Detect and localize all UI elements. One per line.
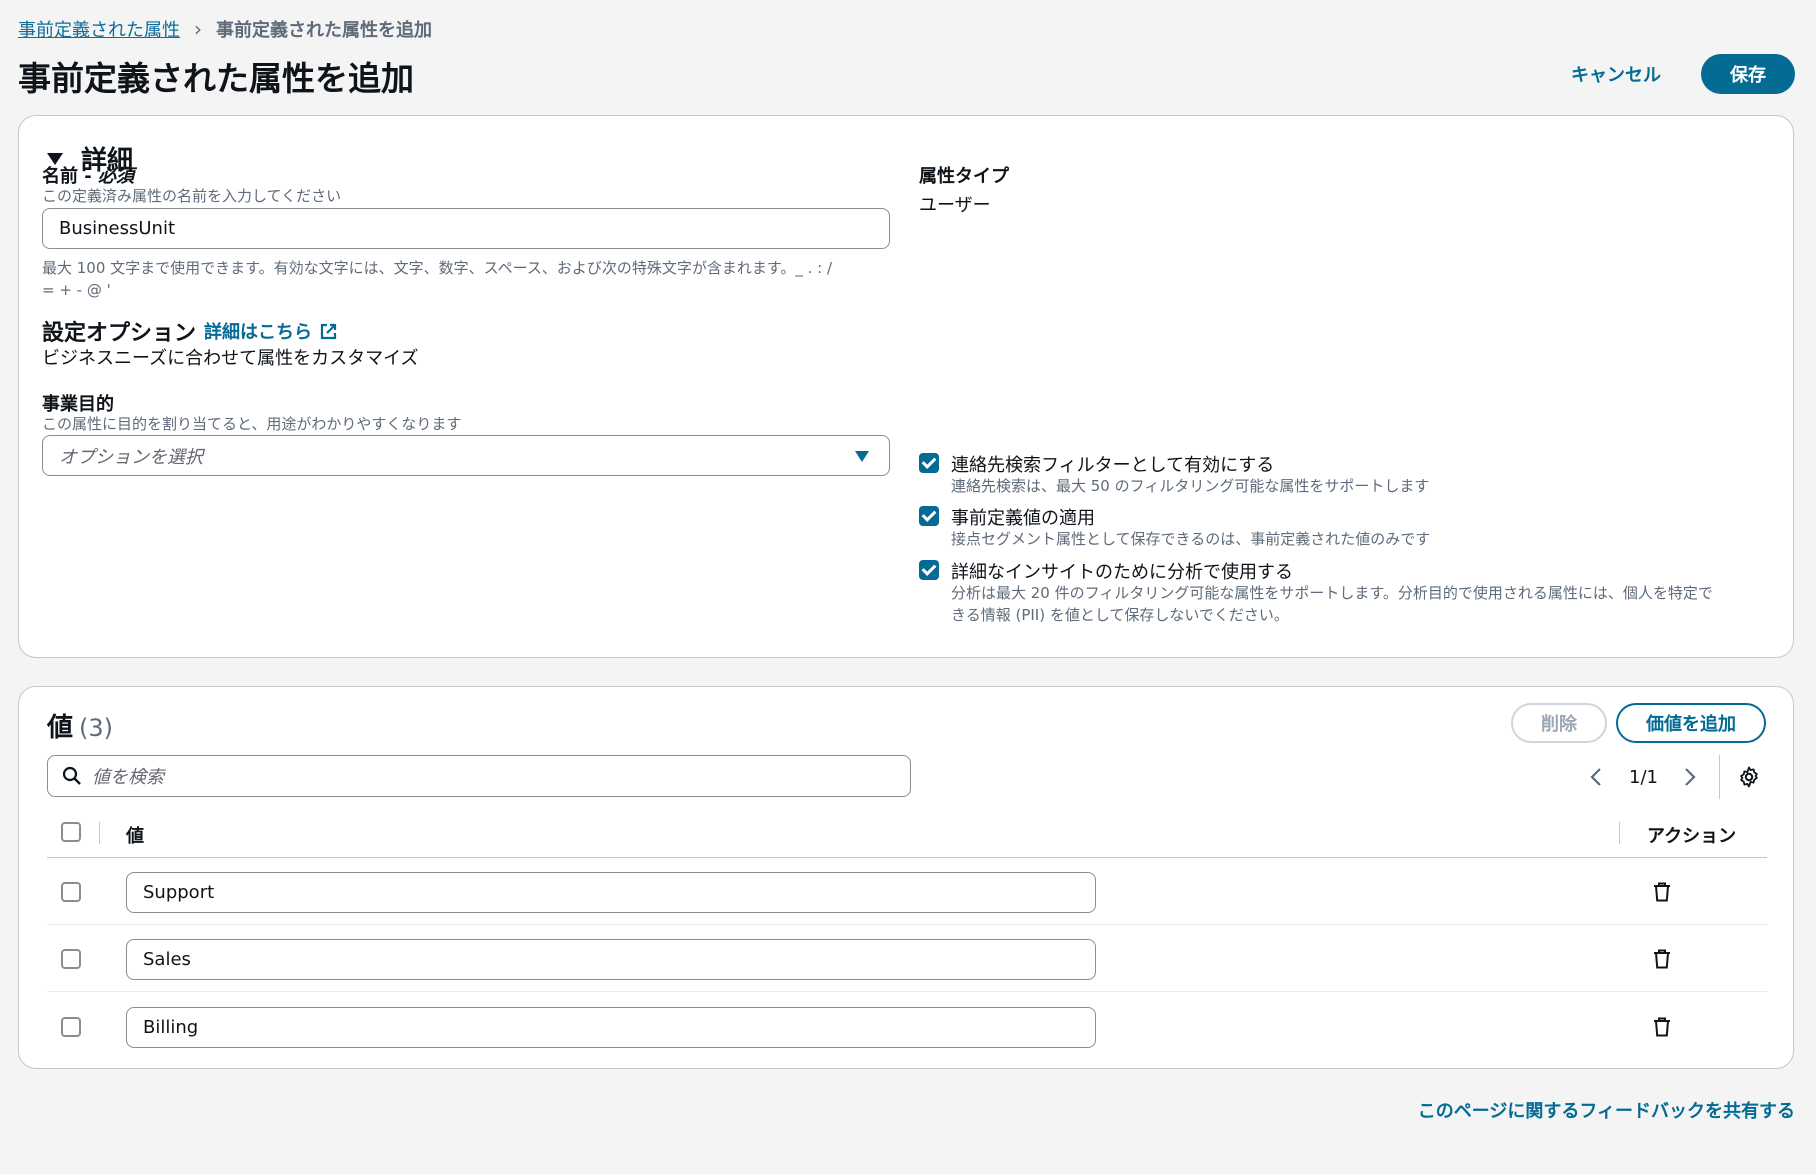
values-count: (3) [79, 714, 114, 742]
feedback-link[interactable]: このページに関するフィードバックを共有する [1418, 1097, 1795, 1123]
contact-search-filter-checkbox[interactable] [919, 453, 939, 473]
analytics-usage-label: 詳細なインサイトのために分析で使用する [951, 562, 1293, 583]
name-constraint-line1: 最大 100 文字まで使用できます。有効な文字には、文字、数字、スペース、および… [42, 259, 833, 277]
chevron-right-icon: › [194, 17, 202, 41]
analytics-usage-description-line2: きる情報 (PII) を値として保存しないでください。 [951, 606, 1289, 624]
page-indicator: 1/1 [1629, 767, 1658, 788]
value-input[interactable]: Support [126, 872, 1096, 913]
search-icon [62, 766, 81, 785]
predefined-values-checkbox[interactable] [919, 506, 939, 526]
config-options-description: ビジネスニーズに合わせて属性をカスタマイズ [42, 348, 419, 369]
predefined-values-description: 接点セグメント属性として保存できるのは、事前定義された値のみです [951, 530, 1431, 548]
required-marker: 必須 [98, 166, 135, 187]
breadcrumb: 事前定義された属性 › 事前定義された属性を追加 [18, 16, 432, 42]
chevron-left-icon[interactable] [1589, 767, 1603, 787]
row-divider [47, 924, 1767, 925]
save-button[interactable]: 保存 [1701, 54, 1795, 94]
name-constraint-hint: 最大 100 文字まで使用できます。有効な文字には、文字、数字、スペース、および… [42, 257, 902, 301]
breadcrumb-current: 事前定義された属性を追加 [216, 20, 432, 41]
add-value-button[interactable]: 価値を追加 [1616, 703, 1766, 743]
row-checkbox[interactable] [61, 1017, 81, 1037]
delete-button[interactable]: 削除 [1511, 703, 1607, 743]
trash-icon[interactable] [1653, 1017, 1671, 1037]
config-options-title: 設定オプション [42, 321, 197, 346]
trash-icon[interactable] [1653, 949, 1671, 969]
header-actions: キャンセル 保存 [1547, 53, 1795, 95]
value-input[interactable]: Sales [126, 939, 1096, 980]
cancel-button[interactable]: キャンセル [1547, 53, 1685, 95]
value-input[interactable]: Billing [126, 1007, 1096, 1048]
learn-more-link[interactable]: 詳細はこちら [204, 318, 312, 344]
column-divider [99, 822, 100, 844]
name-constraint-line2: = + - @ ' [42, 281, 111, 299]
analytics-usage-description-line1: 分析は最大 20 件のフィルタリング可能な属性をサポートします。分析目的で使用さ… [951, 584, 1713, 602]
purpose-select[interactable]: オプションを選択 [42, 435, 890, 476]
external-link-icon [320, 323, 337, 339]
search-placeholder: 値を検索 [92, 767, 164, 788]
row-checkbox[interactable] [61, 882, 81, 902]
values-title: 値 [47, 713, 74, 743]
column-divider [1619, 822, 1620, 844]
caret-down-icon [855, 451, 869, 462]
values-card: 値 (3) 削除 価値を追加 値を検索 1/1 値 アクション Support … [18, 686, 1794, 1069]
name-label-text: 名前 - [42, 166, 99, 187]
row-checkbox[interactable] [61, 949, 81, 969]
gear-icon[interactable] [1738, 766, 1760, 788]
chevron-right-icon[interactable] [1683, 767, 1697, 787]
predefined-values-label: 事前定義値の適用 [951, 508, 1095, 529]
purpose-description: この属性に目的を割り当てると、用途がわかりやすくなります [42, 415, 462, 433]
attribute-type-value: ユーザー [919, 195, 991, 216]
details-card: 詳細 名前 - 必須 この定義済み属性の名前を入力してください Business… [18, 115, 1794, 658]
analytics-usage-description: 分析は最大 20 件のフィルタリング可能な属性をサポートします。分析目的で使用さ… [951, 582, 1771, 626]
trash-icon[interactable] [1653, 882, 1671, 902]
search-input[interactable]: 値を検索 [47, 755, 911, 797]
values-heading: 値 (3) [47, 707, 113, 744]
column-header-value: 値 [126, 826, 144, 847]
page-title: 事前定義された属性を追加 [18, 59, 414, 98]
table-header-divider [47, 857, 1767, 858]
row-divider [47, 991, 1767, 992]
purpose-select-placeholder: オプションを選択 [59, 446, 203, 468]
config-options-heading: 設定オプション 詳細はこちら [42, 315, 337, 347]
column-header-action: アクション [1647, 826, 1737, 847]
name-input[interactable]: BusinessUnit [42, 208, 890, 249]
divider [1719, 755, 1720, 799]
select-all-checkbox[interactable] [61, 822, 81, 842]
contact-search-filter-description: 連絡先検索は、最大 50 のフィルタリング可能な属性をサポートします [951, 477, 1430, 495]
name-description: この定義済み属性の名前を入力してください [42, 187, 342, 205]
breadcrumb-parent-link[interactable]: 事前定義された属性 [18, 16, 180, 42]
attribute-type-label: 属性タイプ [919, 166, 1009, 187]
analytics-usage-checkbox[interactable] [919, 560, 939, 580]
contact-search-filter-label: 連絡先検索フィルターとして有効にする [951, 455, 1275, 476]
